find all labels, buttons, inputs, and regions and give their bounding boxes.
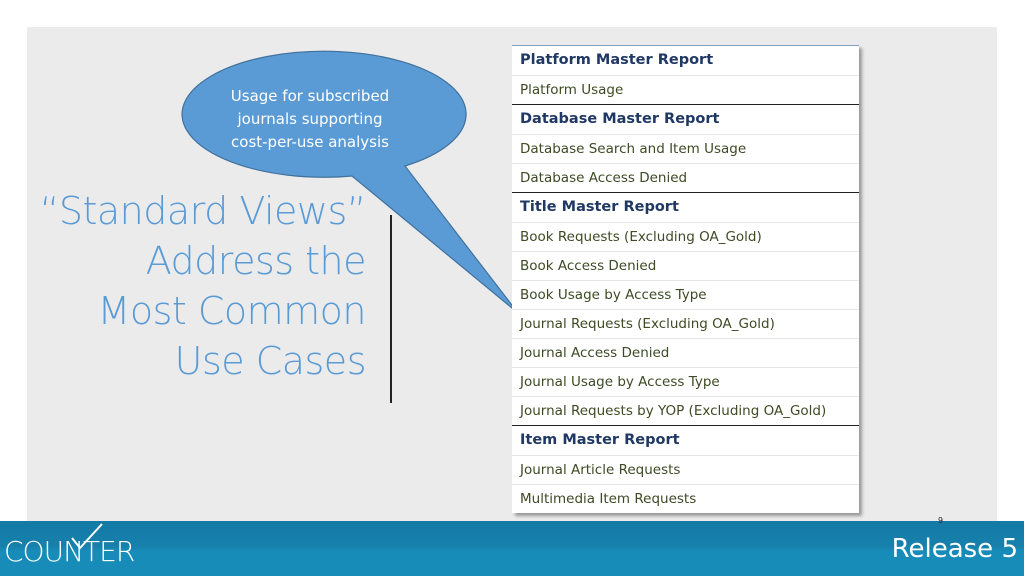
callout-line: cost-per-use analysis [231,133,389,151]
report-item: Book Usage by Access Type [512,281,859,310]
report-item-highlighted: Journal Requests (Excluding OA_Gold) [512,310,859,339]
report-item: Platform Usage [512,76,859,105]
report-item: Multimedia Item Requests [520,491,697,507]
group-header-item: Item Master Report [512,426,859,456]
group-header-platform: Platform Master Report [512,46,859,76]
callout-line: journals supporting [237,110,383,128]
release-label: Release 5 [891,534,1018,564]
report-item: Journal Usage by Access Type [512,368,859,397]
slide-number: 9 [938,516,944,525]
callout-line: Usage for subscribed [230,87,390,105]
report-item: Book Requests (Excluding OA_Gold) [512,223,859,252]
callout-text: Usage for subscribed journals supporting… [210,85,410,154]
report-item: Book Access Denied [512,252,859,281]
footer-band [0,521,1024,576]
report-table: Platform Master Report Platform Usage Da… [512,45,859,513]
report-item: Database Access Denied [512,164,859,193]
group-header-title: Title Master Report [512,193,859,223]
report-item: Journal Requests by YOP (Excluding OA_Go… [512,397,859,426]
report-item: Database Search and Item Usage [512,135,859,164]
report-item: Journal Access Denied [512,339,859,368]
group-header-database: Database Master Report [512,105,859,135]
checkmark-icon [71,523,103,550]
report-item: Journal Article Requests [512,456,859,485]
